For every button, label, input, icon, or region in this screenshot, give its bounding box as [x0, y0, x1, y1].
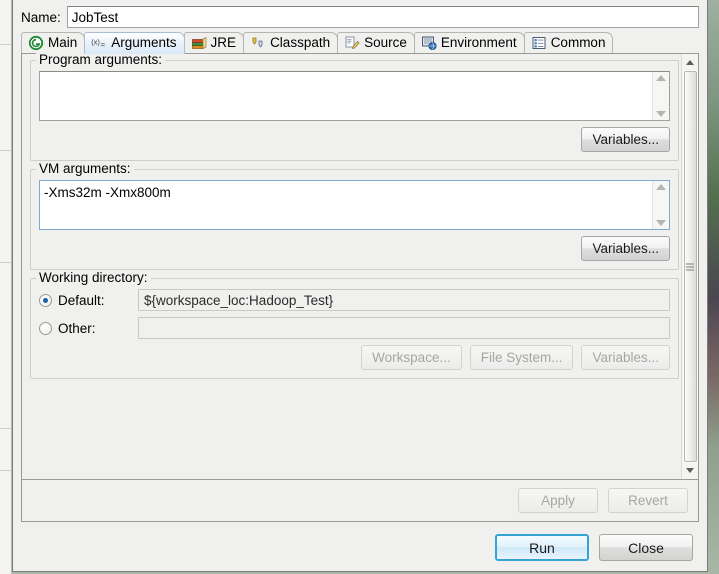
tab-jre[interactable]: JRE	[183, 32, 245, 53]
book-stack-icon	[191, 36, 206, 50]
tab-label: Main	[48, 35, 78, 50]
working-directory-other-row: Other:	[39, 317, 670, 339]
tab-source[interactable]: Source	[337, 32, 415, 53]
tab-label: Common	[550, 35, 606, 50]
vm-arguments-label: VM arguments:	[36, 161, 134, 177]
working-directory-default-label: Default:	[58, 292, 105, 308]
green-circle-g-icon	[28, 35, 44, 51]
arguments-tab-content: Program arguments: Variables... VM argum…	[22, 52, 681, 479]
apply-button[interactable]: Apply	[518, 488, 598, 513]
tab-content-scrollbar[interactable]	[681, 54, 698, 479]
run-configuration-dialog: Name: Main (x) = Arguments	[12, 0, 708, 572]
tab-common[interactable]: Common	[523, 32, 614, 53]
working-directory-other-radio[interactable]	[39, 321, 52, 335]
program-arguments-input[interactable]	[40, 72, 652, 120]
scroll-up-icon[interactable]	[656, 184, 666, 190]
working-directory-default-row: Default:	[39, 289, 670, 311]
apply-revert-bar: Apply Revert	[21, 480, 699, 522]
tab-environment[interactable]: Environment	[413, 32, 525, 53]
vm-arguments-button-row: Variables...	[39, 236, 670, 261]
tab-main[interactable]: Main	[21, 32, 86, 53]
run-button[interactable]: Run	[495, 534, 589, 561]
arguments-tab-panel: Program arguments: Variables... VM argum…	[21, 52, 699, 480]
working-directory-default-input	[138, 289, 670, 311]
scroll-down-icon[interactable]	[656, 111, 666, 117]
scrollbar-track[interactable]	[682, 70, 698, 463]
program-arguments-label: Program arguments:	[36, 52, 166, 68]
program-arguments-variables-button[interactable]: Variables...	[581, 127, 670, 152]
tab-classpath[interactable]: Classpath	[243, 32, 339, 53]
configuration-name-row: Name:	[13, 0, 707, 32]
common-list-icon	[532, 37, 546, 49]
dialog-command-bar: Run Close	[13, 522, 707, 571]
working-directory-label: Working directory:	[36, 270, 151, 286]
program-arguments-button-row: Variables...	[39, 127, 670, 152]
program-arguments-group: Program arguments: Variables...	[30, 52, 679, 161]
working-directory-group: Working directory: Default: Other: Works…	[30, 270, 679, 379]
configuration-name-input[interactable]	[66, 6, 699, 28]
program-arguments-scrollbar[interactable]	[652, 72, 669, 120]
tab-strip: Main (x) = Arguments JRE Classpath Sourc…	[21, 32, 699, 54]
configuration-tab-folder: Main (x) = Arguments JRE Classpath Sourc…	[21, 32, 699, 480]
vm-arguments-group: VM arguments: Variables...	[30, 161, 679, 270]
source-pencil-icon	[345, 36, 360, 49]
tab-label: JRE	[210, 35, 237, 50]
scrollbar-thumb[interactable]	[683, 71, 697, 462]
variable-xy-icon: (x) =	[91, 37, 106, 50]
close-button[interactable]: Close	[599, 534, 693, 561]
tab-label: Classpath	[270, 35, 331, 50]
svg-text:=: =	[101, 41, 106, 50]
vm-arguments-variables-button[interactable]: Variables...	[581, 236, 670, 261]
working-directory-workspace-button[interactable]: Workspace...	[361, 345, 462, 370]
tab-label: Source	[364, 35, 407, 50]
tab-label: Arguments	[111, 35, 177, 50]
vm-arguments-field-wrap	[39, 180, 670, 230]
environment-icon	[421, 36, 437, 51]
scroll-down-icon[interactable]	[656, 220, 666, 226]
svg-text:(x): (x)	[91, 37, 100, 46]
vm-arguments-input[interactable]	[40, 181, 652, 229]
vm-arguments-scrollbar[interactable]	[652, 181, 669, 229]
tab-arguments[interactable]: (x) = Arguments	[84, 32, 185, 54]
classpath-jars-icon	[252, 37, 263, 48]
working-directory-filesystem-button[interactable]: File System...	[469, 345, 574, 370]
name-label: Name:	[21, 9, 61, 25]
scroll-down-icon	[686, 468, 694, 473]
working-directory-other-input[interactable]	[138, 317, 670, 339]
left-window-strip	[0, 0, 12, 574]
scroll-up-button[interactable]	[683, 55, 698, 70]
working-directory-other-label: Other:	[58, 320, 96, 336]
working-directory-default-radio[interactable]	[39, 293, 52, 307]
scroll-down-button[interactable]	[683, 463, 698, 478]
revert-button[interactable]: Revert	[608, 488, 688, 513]
working-directory-variables-button[interactable]: Variables...	[581, 345, 670, 370]
grip-icon	[686, 263, 694, 270]
working-directory-button-row: Workspace... File System... Variables...	[39, 345, 670, 370]
program-arguments-field-wrap	[39, 71, 670, 121]
scroll-up-icon[interactable]	[656, 75, 666, 81]
tab-label: Environment	[440, 35, 517, 50]
scroll-up-icon	[686, 60, 694, 65]
